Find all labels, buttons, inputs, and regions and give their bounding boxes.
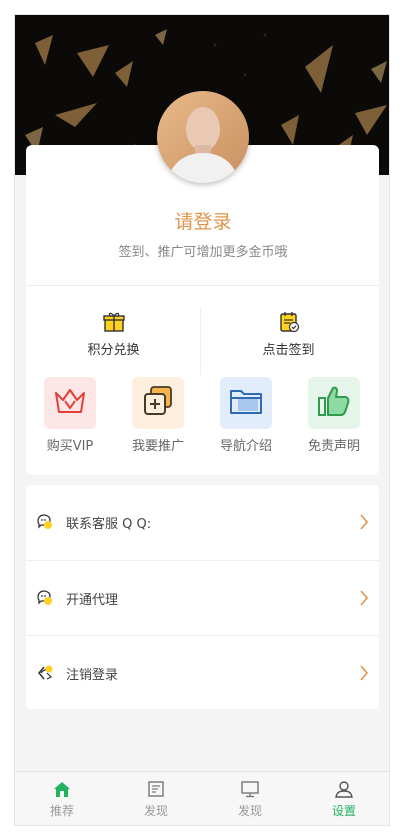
checkin-icon	[278, 311, 300, 333]
check-in-label: 点击签到	[262, 343, 315, 358]
tab-label: 发现	[143, 804, 168, 818]
tab-discover-2[interactable]: 发现	[203, 772, 297, 825]
open-agent-row[interactable]: 开通代理	[26, 560, 379, 634]
tab-label: 发现	[237, 804, 262, 818]
crown-icon	[53, 386, 87, 420]
avatar[interactable]	[157, 91, 249, 183]
tile	[132, 377, 184, 429]
logout-icon	[36, 664, 54, 682]
promote-label: 我要推广	[131, 439, 184, 454]
contact-service-row[interactable]: 联系客服 Q Q:	[26, 485, 379, 559]
open-agent-label: 开通代理	[66, 593, 119, 608]
home-icon	[52, 780, 72, 798]
tab-recommend[interactable]: 推荐	[15, 772, 109, 825]
buy-vip-button[interactable]: 购买VIP	[34, 377, 106, 454]
chevron-right-icon	[359, 664, 369, 682]
disclaimer-button[interactable]: 免责声明	[298, 377, 370, 454]
promote-button[interactable]: 我要推广	[122, 377, 194, 454]
logout-row[interactable]: 注销登录	[26, 635, 379, 709]
gift-icon	[102, 311, 125, 333]
tab-label: 推荐	[49, 804, 74, 818]
thumbs-up-icon	[316, 384, 352, 422]
article-icon	[146, 780, 166, 798]
tab-label: 设置	[331, 804, 356, 818]
navigation-intro-label: 导航介绍	[219, 439, 272, 454]
disclaimer-label: 免责声明	[307, 439, 360, 454]
app-screen: 请登录 签到、推广可增加更多金币哦 积分兑换 点击签到 购买VIP 我要推广 导…	[14, 14, 390, 826]
chat-bubble-icon	[36, 589, 54, 607]
promote-icon	[141, 384, 175, 422]
login-subtitle: 签到、推广可增加更多金币哦	[118, 245, 288, 260]
chevron-right-icon	[359, 589, 369, 607]
tile	[44, 377, 96, 429]
settings-list: 联系客服 Q Q: 开通代理 注销登录	[26, 485, 379, 709]
login-title[interactable]: 请登录	[15, 207, 389, 234]
contact-service-label: 联系客服 Q Q:	[66, 517, 152, 532]
tab-discover[interactable]: 发现	[109, 772, 203, 825]
points-exchange-button[interactable]: 积分兑换	[26, 311, 201, 358]
monitor-icon	[240, 780, 260, 798]
check-in-button[interactable]: 点击签到	[201, 311, 376, 358]
navigation-intro-button[interactable]: 导航介绍	[210, 377, 282, 454]
buy-vip-label: 购买VIP	[46, 439, 94, 454]
tile	[308, 377, 360, 429]
chat-bubble-icon	[36, 513, 54, 531]
tab-settings[interactable]: 设置	[297, 772, 389, 825]
points-exchange-label: 积分兑换	[87, 343, 140, 358]
tile	[220, 377, 272, 429]
bottom-tab-bar: 推荐 发现 发现 设置	[15, 771, 389, 825]
chevron-right-icon	[359, 513, 369, 531]
divider	[26, 285, 379, 286]
user-icon	[334, 780, 354, 798]
folder-icon	[228, 385, 264, 421]
logout-label: 注销登录	[66, 668, 119, 683]
